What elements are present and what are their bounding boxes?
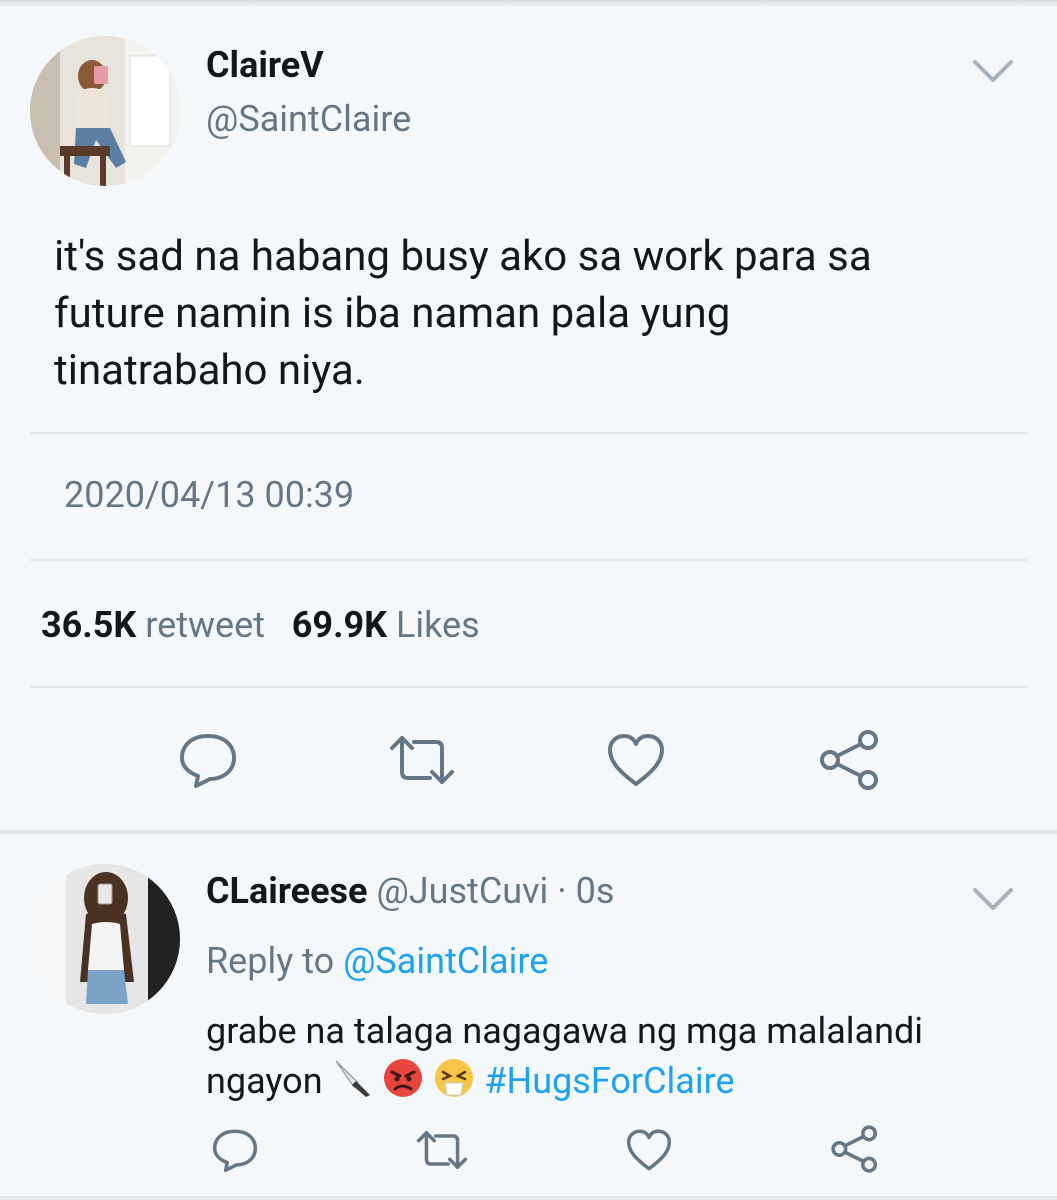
tweet-stats: 36.5K retweet 69.9K Likes: [41, 604, 480, 646]
reply-to-handle[interactable]: @SaintClaire: [343, 940, 548, 982]
user-handle[interactable]: @SaintClaire: [206, 98, 411, 140]
avatar-image: [30, 36, 180, 186]
retweet-icon[interactable]: [414, 1128, 470, 1172]
retweet-stat[interactable]: 36.5K retweet: [41, 604, 265, 646]
retweet-icon[interactable]: [386, 732, 458, 788]
retweet-count: 36.5K: [41, 604, 137, 646]
reply-icon[interactable]: [176, 730, 240, 790]
divider: [30, 432, 1027, 434]
reply-to-line: Reply to @SaintClaire: [206, 940, 548, 982]
angry-face-emoji: [384, 1059, 423, 1097]
divider: [30, 559, 1027, 561]
reply-display-name[interactable]: CLaireese: [206, 870, 368, 912]
tweet-timestamp: 2020/04/13 00:39: [64, 474, 355, 516]
share-icon[interactable]: [830, 1124, 880, 1174]
likes-label: Likes: [396, 604, 480, 646]
knife-emoji: [334, 1060, 370, 1097]
likes-count: 69.9K: [291, 604, 388, 646]
share-icon[interactable]: [818, 728, 882, 792]
hashtag-link[interactable]: #HugsForClaire: [484, 1060, 734, 1102]
section-separator: [0, 830, 1057, 834]
reply-separator: ·: [557, 870, 567, 912]
reply-handle[interactable]: @JustCuvi: [376, 870, 548, 912]
display-name[interactable]: ClaireV: [206, 44, 324, 86]
tweet-text: it's sad na habang busy ako sa work para…: [54, 232, 872, 395]
tired-face-emoji: [435, 1059, 474, 1097]
chevron-down-icon[interactable]: [972, 58, 1014, 84]
likes-stat[interactable]: 69.9K Likes: [292, 604, 480, 646]
reply-to-label: Reply to: [206, 940, 335, 982]
like-icon[interactable]: [604, 730, 668, 790]
chevron-down-icon[interactable]: [972, 886, 1014, 912]
divider: [30, 686, 1027, 688]
reply-time: 0s: [575, 870, 615, 912]
reply-header: CLaireese @JustCuvi · 0s: [206, 870, 614, 912]
avatar[interactable]: [30, 36, 180, 186]
reply-text-block: grabe na talaga nagagawa ng mga malaland…: [206, 1006, 1046, 1106]
reply-avatar[interactable]: [30, 864, 180, 1014]
reply-icon[interactable]: [210, 1126, 260, 1174]
bottom-divider: [0, 1196, 1057, 1200]
main-tweet: ClaireV @SaintClaire it's sad na habang …: [0, 0, 1057, 832]
retweet-label: retweet: [145, 604, 265, 646]
like-icon[interactable]: [624, 1126, 674, 1174]
avatar-image: [30, 864, 180, 1014]
